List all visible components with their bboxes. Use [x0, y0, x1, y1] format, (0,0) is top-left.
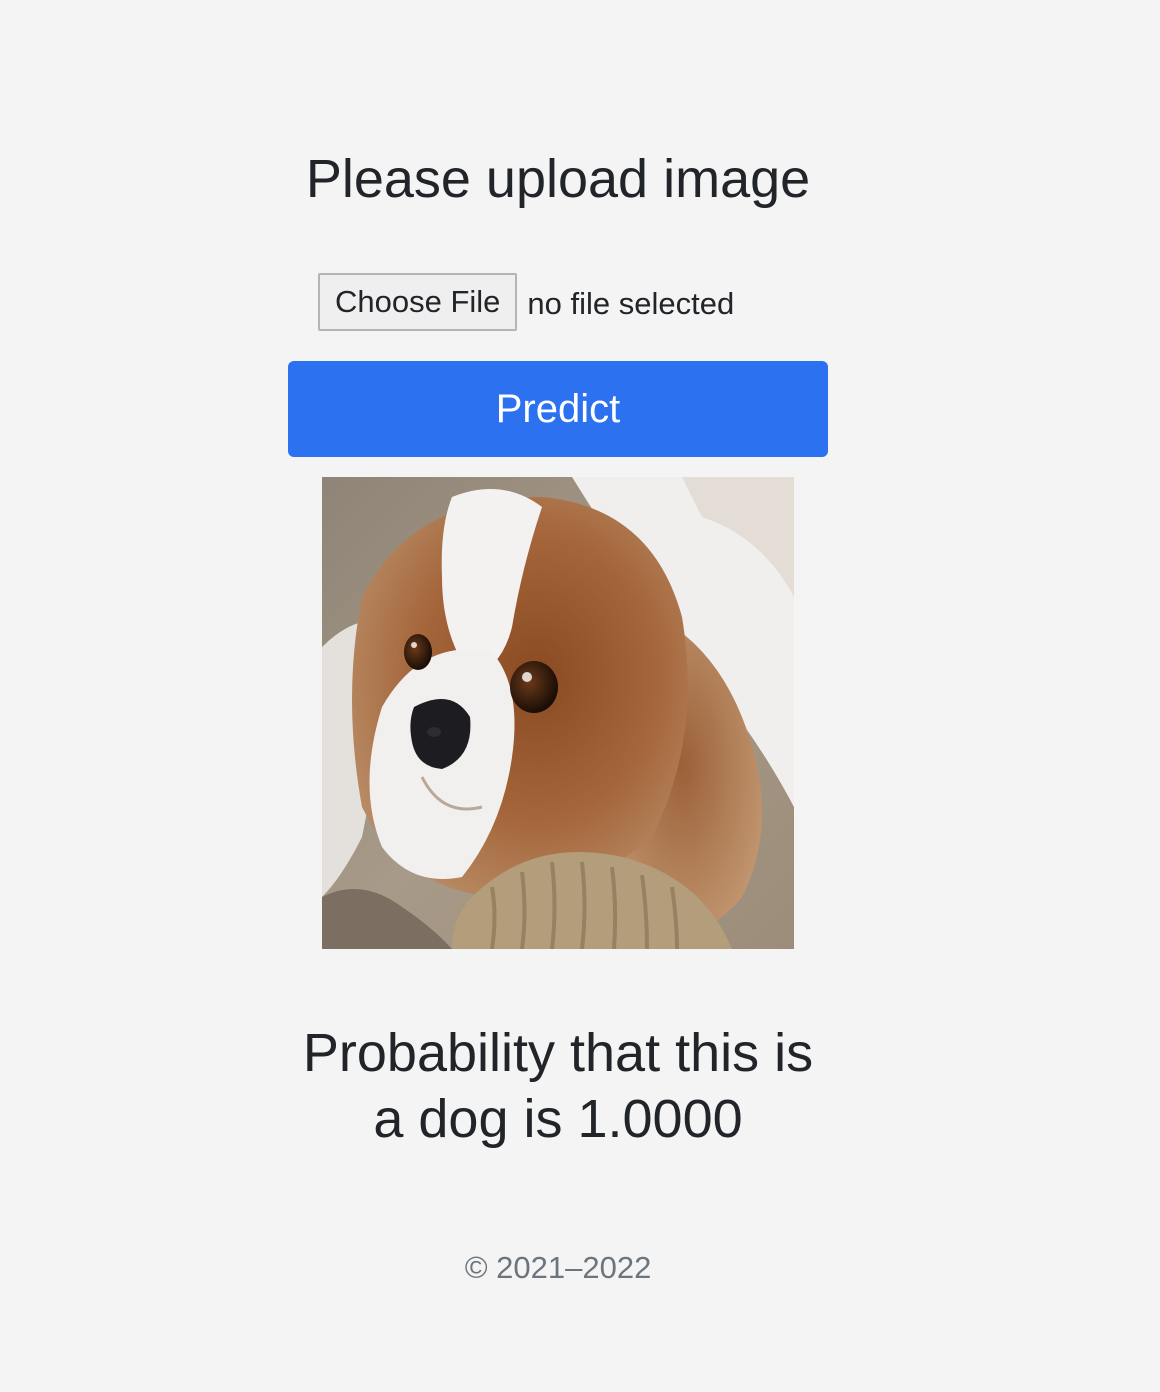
predict-button[interactable]: Predict	[288, 361, 828, 457]
prediction-result: Probability that this is a dog is 1.0000	[288, 1020, 828, 1152]
file-status-text: no file selected	[527, 286, 735, 321]
file-input[interactable]: Choose File no file selected	[318, 273, 734, 331]
footer-copyright: © 2021–2022	[464, 1250, 652, 1285]
page-title: Please upload image	[305, 149, 811, 209]
choose-file-button[interactable]: Choose File	[318, 273, 518, 331]
result-line-1: Probability that this is	[302, 1023, 814, 1083]
uploaded-dog-image	[322, 477, 794, 949]
result-line-2: a dog is 1.0000	[373, 1089, 743, 1149]
